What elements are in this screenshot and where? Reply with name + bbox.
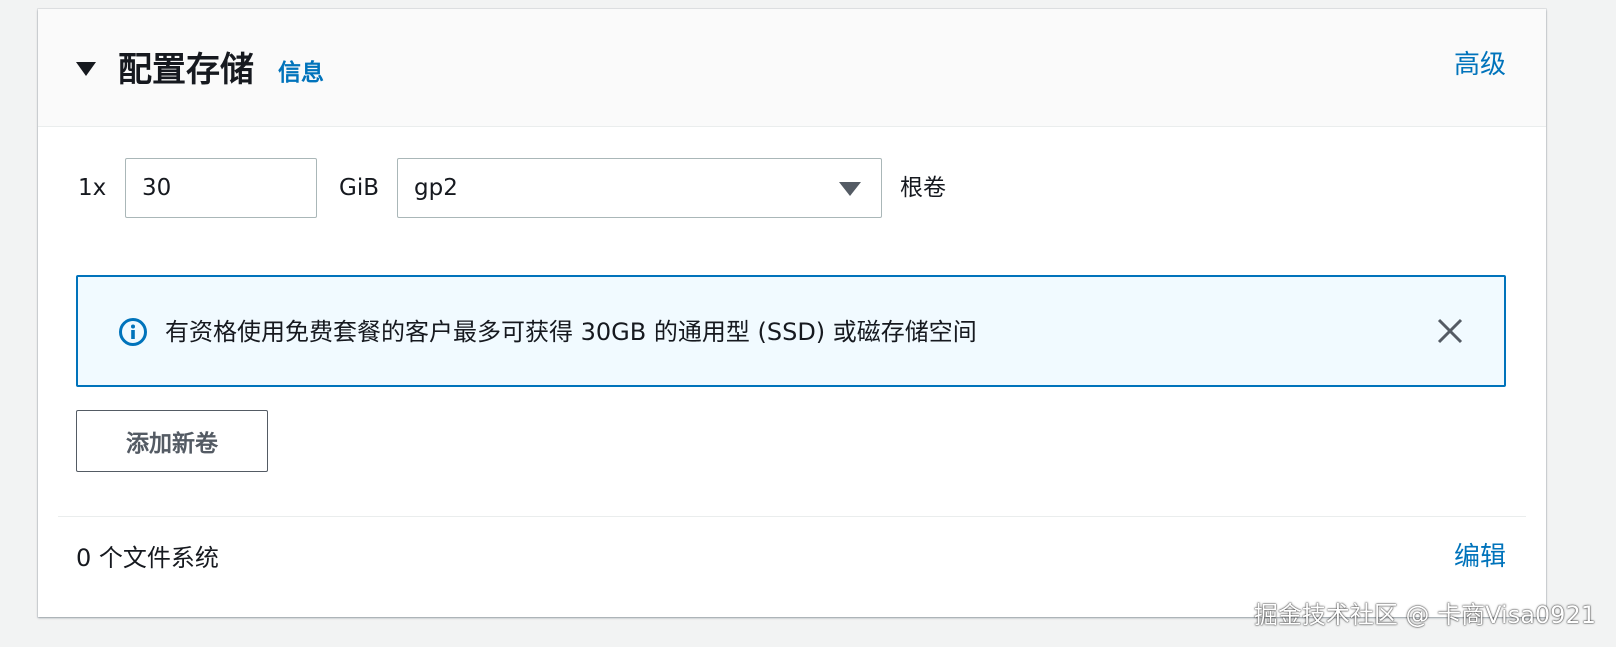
size-unit-label: GiB — [339, 175, 379, 201]
root-volume-label: 根卷 — [900, 175, 946, 201]
section-title: 配置存储 — [118, 50, 254, 90]
section-divider — [58, 516, 1526, 517]
volume-count-label: 1x — [78, 175, 107, 201]
watermark: 掘金技术社区 @ 卡商Visa0921 — [1253, 601, 1596, 629]
file-system-count: 0 个文件系统 — [76, 544, 219, 572]
volume-size-input[interactable] — [125, 158, 317, 218]
volume-type-value: gp2 — [414, 175, 458, 201]
advanced-link[interactable]: 高级 — [1454, 47, 1506, 83]
add-new-volume-button[interactable]: 添加新卷 — [76, 410, 268, 472]
edit-file-systems-link[interactable]: 编辑 — [1454, 539, 1506, 575]
panel-header: 配置存储 信息 高级 — [38, 9, 1546, 127]
caret-down-icon[interactable] — [76, 62, 96, 76]
free-tier-alert: 有资格使用免费套餐的客户最多可获得 30GB 的通用型 (SSD) 或磁存储空间 — [76, 275, 1506, 387]
close-icon[interactable] — [1434, 315, 1466, 347]
info-circle-icon — [119, 318, 147, 346]
volume-type-select[interactable]: gp2 — [397, 158, 882, 218]
alert-message: 有资格使用免费套餐的客户最多可获得 30GB 的通用型 (SSD) 或磁存储空间 — [165, 318, 977, 346]
info-link[interactable]: 信息 — [278, 59, 324, 87]
caret-down-icon — [839, 182, 861, 196]
storage-panel: 配置存储 信息 高级 1x GiB gp2 根卷 有资格使用免费套餐的客户最多可… — [38, 9, 1546, 617]
